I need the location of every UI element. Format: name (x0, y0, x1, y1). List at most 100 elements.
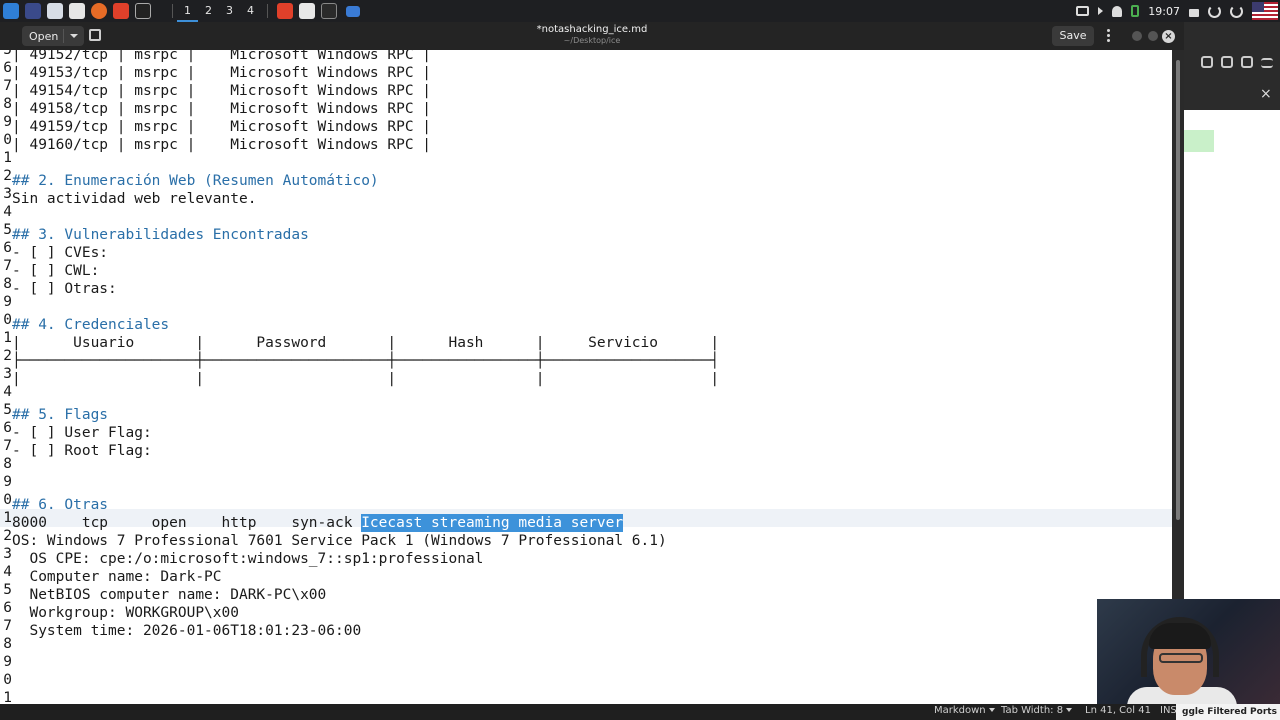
editor-line[interactable]: 8 (0, 455, 1172, 473)
editor-line[interactable]: 4 (0, 383, 1172, 401)
close-window-button[interactable]: × (1162, 30, 1175, 43)
firefox-icon[interactable] (91, 3, 107, 19)
language-selector[interactable]: Markdown (934, 705, 995, 716)
lock-icon[interactable] (1189, 9, 1199, 17)
panel-divider (172, 4, 173, 18)
editor-line[interactable]: 9 (0, 653, 1172, 671)
files-task-icon[interactable] (346, 5, 360, 17)
terminal-task-icon[interactable] (321, 3, 337, 19)
workspace-3[interactable]: 3 (219, 0, 240, 22)
editor-line[interactable]: 3 OS CPE: cpe:/o:microsoft:windows_7::sp… (0, 545, 1172, 567)
editor-line[interactable]: 3Sin actividad web relevante. (0, 185, 1172, 207)
clock[interactable]: 19:07 (1148, 5, 1180, 18)
editor-line[interactable]: 7- [ ] Root Flag: (0, 437, 1172, 459)
battery-icon[interactable] (1131, 5, 1140, 17)
minimize-button[interactable] (1132, 31, 1142, 41)
line-number: 8 (3, 456, 12, 472)
editor-line[interactable]: 6- [ ] CVEs: (0, 239, 1172, 261)
editor-line[interactable]: 1| Usuario | Password | Hash | Servicio … (0, 329, 1172, 351)
line-number: 7 (3, 258, 12, 274)
editor-line[interactable]: 3| | | | | (0, 365, 1172, 387)
editor-line[interactable]: 1 (0, 689, 1172, 704)
volume-icon[interactable] (1098, 7, 1104, 15)
line-number: 1 (3, 510, 12, 526)
refresh-icon[interactable] (1208, 4, 1221, 18)
folder-icon[interactable] (47, 3, 63, 19)
window-icon[interactable] (1221, 56, 1233, 68)
editor-line[interactable]: 9| 49159/tcp | msrpc | Microsoft Windows… (0, 113, 1172, 135)
editor-line[interactable]: 2├────────────────────┼─────────────────… (0, 347, 1172, 369)
editor-headerbar: Open *notashacking_ice.md ~/Desktop/ice … (0, 22, 1184, 50)
line-number: 4 (3, 384, 12, 400)
terminal-icon[interactable] (135, 3, 151, 19)
line-number: 5 (3, 402, 12, 418)
editor-line[interactable]: 6 Workgroup: WORKGROUP\x00 (0, 599, 1172, 621)
line-number: 7 (3, 618, 12, 634)
editor-line[interactable]: 7- [ ] CWL: (0, 257, 1172, 279)
insert-mode[interactable]: INS (1160, 705, 1177, 716)
text-editor-area[interactable]: 5| 49152/tcp | msrpc | Microsoft Windows… (0, 50, 1172, 704)
brave-icon[interactable] (113, 3, 129, 19)
close-icon[interactable]: × (1260, 86, 1272, 102)
editor-line[interactable]: 6| 49153/tcp | msrpc | Microsoft Windows… (0, 59, 1172, 81)
editor-line[interactable]: 0## 6. Otras (0, 491, 1172, 513)
maximize-button[interactable] (1148, 31, 1158, 41)
tab-width-label: Tab Width: 8 (1001, 705, 1064, 716)
editor-line[interactable]: 6- [ ] User Flag: (0, 419, 1172, 441)
line-number: 0 (3, 312, 12, 328)
editor-line[interactable]: 8- [ ] Otras: (0, 275, 1172, 297)
power-icon[interactable] (1230, 4, 1243, 18)
editor-line[interactable]: 7| 49154/tcp | msrpc | Microsoft Windows… (0, 77, 1172, 99)
desktop-icon[interactable] (25, 3, 41, 19)
brave-task-icon[interactable] (277, 3, 293, 19)
filtered-ports-overlay: ggle Filtered Ports (1176, 704, 1280, 720)
line-number: 3 (3, 546, 12, 562)
chevron-down-icon[interactable] (157, 3, 165, 19)
line-number: 7 (3, 78, 12, 94)
editor-line[interactable]: 4 Computer name: Dark-PC (0, 563, 1172, 585)
language-label: Markdown (934, 705, 986, 716)
kebab-menu-icon[interactable] (1100, 27, 1116, 45)
save-button[interactable]: Save (1052, 26, 1094, 46)
bell-icon[interactable] (1112, 5, 1123, 17)
editor-line[interactable]: 4 (0, 203, 1172, 221)
editor-line[interactable]: 2OS: Windows 7 Professional 7601 Service… (0, 527, 1172, 549)
workspace-2[interactable]: 2 (198, 0, 219, 22)
editor-line[interactable]: 0 (0, 671, 1172, 689)
line-number: 1 (3, 330, 12, 346)
window-subtitle: ~/Desktop/ice (563, 36, 621, 45)
app-menu-icon[interactable] (3, 3, 19, 19)
line-number: 5 (3, 222, 12, 238)
cursor-position[interactable]: Ln 41, Col 41 (1085, 705, 1151, 716)
editor-line[interactable]: 5## 5. Flags (0, 401, 1172, 423)
workspace-4[interactable]: 4 (240, 0, 261, 22)
editor-line[interactable]: 2## 2. Enumeración Web (Resumen Automáti… (0, 167, 1172, 189)
editor-line[interactable]: 5 NetBIOS computer name: DARK-PC\x00 (0, 581, 1172, 603)
editor-line[interactable]: 8 (0, 635, 1172, 653)
line-number: 9 (3, 654, 12, 670)
editor-line[interactable]: 8| 49158/tcp | msrpc | Microsoft Windows… (0, 95, 1172, 117)
editor-line[interactable]: 9 (0, 473, 1172, 491)
editor-line[interactable]: 7 System time: 2026-01-06T18:01:23-06:00 (0, 617, 1172, 639)
document-icon[interactable] (69, 3, 85, 19)
sidebar-icon[interactable] (1201, 56, 1213, 68)
display-icon[interactable] (1076, 6, 1090, 16)
editor-line[interactable]: 18000 tcp open http syn-ack Icecast stre… (0, 509, 1172, 532)
hamburger-menu-icon[interactable] (1261, 58, 1273, 68)
system-tray: 19:07 (1076, 0, 1280, 22)
line-number: 7 (3, 438, 12, 454)
tab-width-selector[interactable]: Tab Width: 8 (1001, 705, 1073, 716)
line-number: 0 (3, 132, 12, 148)
editor-line[interactable]: 0## 4. Credenciales (0, 311, 1172, 333)
editor-line[interactable]: 5| 49152/tcp | msrpc | Microsoft Windows… (0, 50, 1172, 63)
editor-task-icon[interactable] (299, 3, 315, 19)
editor-line[interactable]: 5## 3. Vulnerabilidades Encontradas (0, 221, 1172, 243)
editor-line[interactable]: 1 (0, 149, 1172, 167)
us-flag-icon[interactable] (1252, 2, 1278, 20)
line-number: 0 (3, 672, 12, 688)
editor-line[interactable]: 9 (0, 293, 1172, 311)
extension-icon[interactable] (1241, 56, 1253, 68)
scrollbar-thumb[interactable] (1176, 60, 1180, 520)
editor-line[interactable]: 0| 49160/tcp | msrpc | Microsoft Windows… (0, 131, 1172, 153)
workspace-1[interactable]: 1 (177, 0, 198, 22)
